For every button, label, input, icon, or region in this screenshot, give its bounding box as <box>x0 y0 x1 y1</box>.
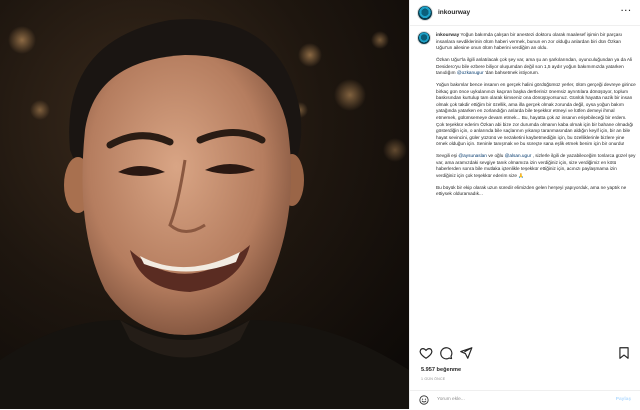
comment-icon[interactable] <box>439 346 453 360</box>
comment-input[interactable]: Yorum ekle... <box>437 397 465 402</box>
more-options-icon[interactable]: ··· <box>621 7 632 15</box>
post-image[interactable] <box>0 0 409 409</box>
bookmark-icon[interactable] <box>617 346 631 360</box>
caption-paragraph-1: Yoğun bakımda çalışan bir anestezi dokto… <box>436 32 623 51</box>
caption-paragraph-5: Bu büyük bir ekip olarak uzun süredir el… <box>436 184 627 197</box>
mention-link[interactable]: @aysunaslan <box>458 153 486 158</box>
share-comment-button[interactable]: Paylaş <box>616 397 631 402</box>
caption-paragraph-2: Özkan Uğur'la ilgili anlatılacak çok şey… <box>436 56 633 76</box>
post-header: inkourway ··· <box>410 0 640 26</box>
comment-bar: Yorum ekle... Paylaş <box>410 390 640 410</box>
caption-avatar[interactable] <box>418 32 430 44</box>
portrait-photo <box>0 0 409 409</box>
heart-icon[interactable] <box>419 346 433 360</box>
caption-username[interactable]: inkourway <box>436 32 459 37</box>
mention-link[interactable]: @alsan.ugur <box>505 153 532 158</box>
mention-link[interactable]: @ozkanugur <box>457 70 484 75</box>
caption-paragraph-3: Yoğun bakımlar bence insanın en gerçek h… <box>436 81 636 147</box>
post-sidebar: inkourway ··· inkourway Yoğun bakımda ça… <box>409 0 640 409</box>
send-icon[interactable] <box>459 346 473 360</box>
header-username[interactable]: inkourway <box>438 9 470 16</box>
caption-text: inkourway Yoğun bakımda çalışan bir anes… <box>436 32 636 203</box>
avatar[interactable] <box>418 5 432 20</box>
emoji-icon[interactable] <box>419 395 429 405</box>
caption-paragraph-4: Sevgili eşi @aysunaslan ve oğlu @alsan.u… <box>436 153 636 178</box>
like-count[interactable]: 5.957 beğenme <box>421 367 461 373</box>
caption-area: inkourway Yoğun bakımda çalışan bir anes… <box>410 26 640 340</box>
post-date[interactable]: 1 GÜN ÖNCE <box>421 377 445 381</box>
action-bar <box>410 343 640 363</box>
